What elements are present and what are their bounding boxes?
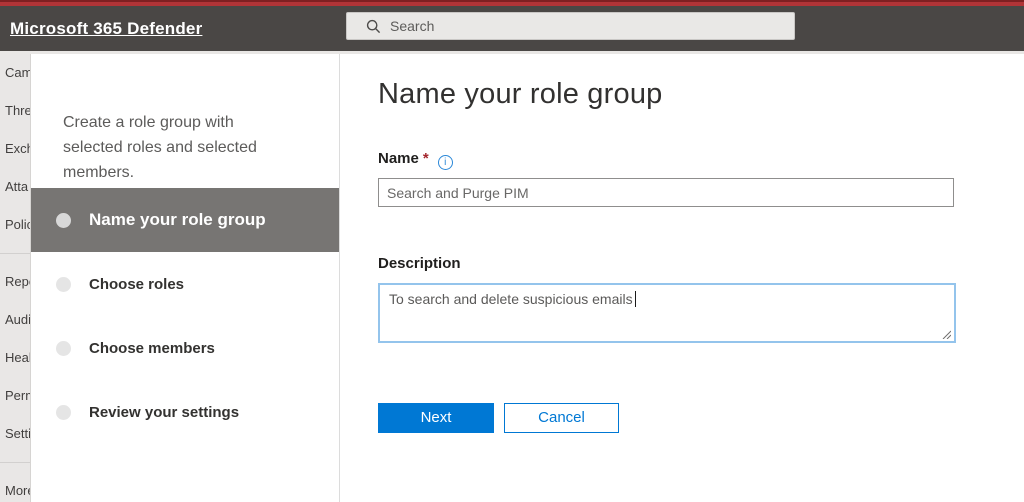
sidebar-item-health[interactable]: Heal bbox=[0, 339, 30, 377]
search-icon bbox=[366, 19, 381, 34]
sidebar-item-campaigns[interactable]: Cam bbox=[0, 54, 30, 92]
wizard-intro-text: Create a role group with selected roles … bbox=[63, 110, 281, 185]
name-field-label: Name* bbox=[378, 150, 453, 170]
sidebar-item-audit[interactable]: Audi bbox=[0, 301, 30, 339]
sidebar-item-permissions[interactable]: Perm bbox=[0, 377, 30, 415]
wizard-step-label: Review your settings bbox=[89, 404, 239, 421]
wizard-step-choose-roles[interactable]: Choose roles bbox=[31, 252, 339, 316]
page: Microsoft 365 Defender Cam Thre Exch Att… bbox=[0, 0, 1024, 502]
sidebar-divider bbox=[0, 253, 30, 254]
sidebar-item-reports[interactable]: Repo bbox=[0, 263, 30, 301]
sidebar-item-threat[interactable]: Thre bbox=[0, 92, 30, 130]
step-bullet-icon bbox=[56, 213, 71, 228]
sidebar-item-attack[interactable]: Atta bbox=[0, 168, 30, 206]
role-group-name-input[interactable] bbox=[378, 178, 954, 207]
wizard-steps-list: Name your role group Choose roles Choose… bbox=[31, 188, 339, 444]
wizard-step-label: Choose members bbox=[89, 340, 215, 357]
wizard-step-name-role-group[interactable]: Name your role group bbox=[31, 188, 339, 252]
step-bullet-icon bbox=[56, 405, 71, 420]
wizard-steps-panel: Create a role group with selected roles … bbox=[30, 54, 340, 502]
sidebar-item-more[interactable]: More bbox=[0, 472, 30, 502]
global-search[interactable] bbox=[346, 12, 795, 40]
wizard-step-label: Name your role group bbox=[89, 210, 266, 230]
sidebar-item-settings[interactable]: Setti bbox=[0, 415, 30, 453]
wizard-step-review-settings[interactable]: Review your settings bbox=[31, 380, 339, 444]
sidebar-item-policies[interactable]: Polic bbox=[0, 206, 30, 244]
wizard-content-pane: Name your role group Name* Description T… bbox=[340, 54, 1024, 502]
step-bullet-icon bbox=[56, 341, 71, 356]
role-group-description-textarea[interactable]: To search and delete suspicious emails bbox=[378, 283, 956, 343]
info-icon[interactable] bbox=[438, 155, 453, 170]
sidebar-divider bbox=[0, 462, 30, 463]
required-asterisk: * bbox=[423, 150, 429, 167]
app-title-link[interactable]: Microsoft 365 Defender bbox=[10, 6, 202, 51]
resize-handle-icon[interactable] bbox=[942, 330, 951, 339]
wizard-step-label: Choose roles bbox=[89, 276, 184, 293]
cancel-button[interactable]: Cancel bbox=[504, 403, 619, 433]
description-field-label: Description bbox=[378, 255, 461, 272]
left-nav-clipped: Cam Thre Exch Atta Polic Repo Audi Heal … bbox=[0, 54, 30, 502]
app-header: Microsoft 365 Defender bbox=[0, 6, 1024, 51]
search-input[interactable] bbox=[390, 18, 770, 34]
page-title: Name your role group bbox=[378, 78, 662, 111]
next-button[interactable]: Next bbox=[378, 403, 494, 433]
text-cursor bbox=[635, 291, 636, 307]
name-label-text: Name bbox=[378, 150, 419, 167]
sidebar-item-exchange[interactable]: Exch bbox=[0, 130, 30, 168]
wizard-step-choose-members[interactable]: Choose members bbox=[31, 316, 339, 380]
step-bullet-icon bbox=[56, 277, 71, 292]
description-text: To search and delete suspicious emails bbox=[389, 291, 633, 307]
